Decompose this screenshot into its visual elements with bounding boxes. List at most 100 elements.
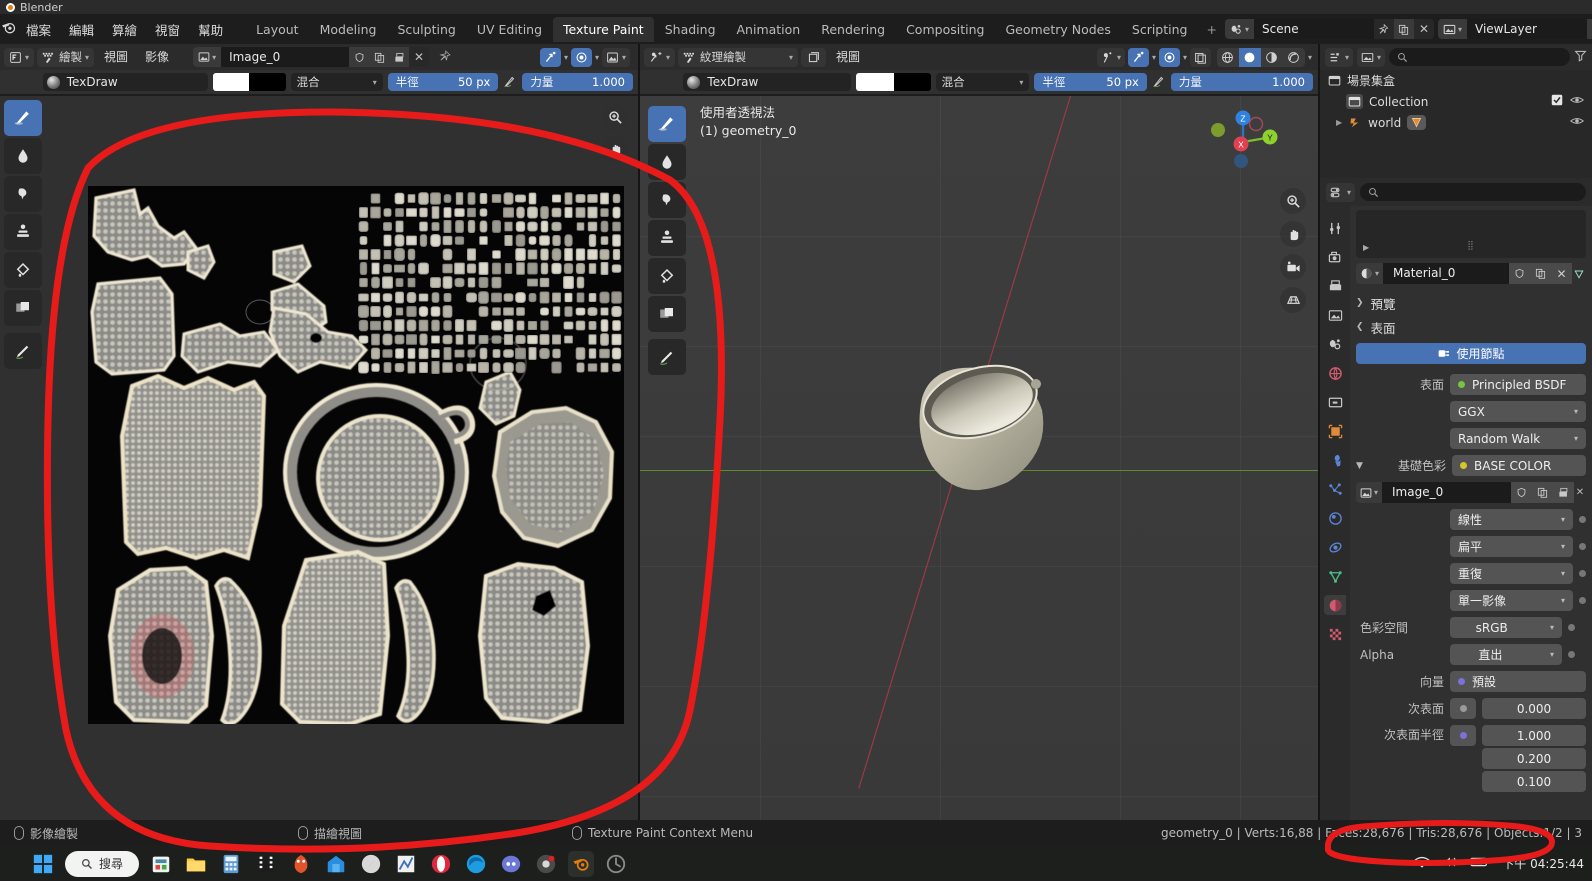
viewport-mask-tool-button[interactable] xyxy=(648,296,686,332)
tab-animation[interactable]: Animation xyxy=(727,17,811,42)
viewport-blend-mode-dropdown[interactable]: 混合 ▾ xyxy=(936,73,1030,91)
properties-tab-viewlayer[interactable] xyxy=(1324,305,1346,325)
mask-tool-button[interactable] xyxy=(4,290,42,326)
battery-icon[interactable] xyxy=(1470,856,1490,871)
image-pack-icon[interactable] xyxy=(1553,482,1574,503)
viewport-fill-tool-button[interactable] xyxy=(648,258,686,294)
viewport-ortho-persp-icon[interactable] xyxy=(1280,287,1306,313)
solid-shading-icon[interactable] xyxy=(1239,48,1261,67)
viewport-color-swatches[interactable] xyxy=(856,73,930,91)
image-pin-icon[interactable] xyxy=(432,50,458,65)
viewport-snap-chevron-icon[interactable]: ▾ xyxy=(1152,53,1156,62)
opera-icon[interactable] xyxy=(428,851,454,877)
properties-tab-collection[interactable] xyxy=(1324,392,1346,412)
proportional-options-chevron-icon[interactable]: ▾ xyxy=(595,53,599,62)
properties-tab-data[interactable] xyxy=(1324,566,1346,586)
viewport-snap-icon[interactable] xyxy=(1128,48,1149,67)
subsurface-radius-socket[interactable] xyxy=(1450,725,1476,746)
viewport-primary-color-swatch[interactable] xyxy=(856,73,893,91)
blender-menu-icon[interactable] xyxy=(0,19,17,40)
material-fake-user-icon[interactable] xyxy=(1509,263,1530,284)
viewport-3d[interactable]: 使用者透視法 (1) geometry_0 Z Y X xyxy=(640,96,1318,820)
image-datablock[interactable]: ▾ Image_0 ✕ xyxy=(193,47,429,67)
material-duplicate-icon[interactable] xyxy=(1530,263,1551,284)
image-editor-image-menu[interactable]: 影像 xyxy=(138,48,176,67)
image-icon[interactable]: ▾ xyxy=(1356,482,1382,503)
image-fake-user-icon[interactable] xyxy=(1511,482,1532,503)
properties-tab-constraints[interactable] xyxy=(1324,537,1346,557)
tab-rendering[interactable]: Rendering xyxy=(811,17,895,42)
tab-sculpting[interactable]: Sculpting xyxy=(387,17,465,42)
distribution-dropdown[interactable]: GGX ▾ xyxy=(1450,401,1586,422)
taskbar-clock[interactable]: 下午 04:25:44 xyxy=(1502,855,1584,872)
menu-window[interactable]: 視窗 xyxy=(146,16,189,43)
zoom-icon[interactable] xyxy=(602,104,628,130)
viewport-camera-icon[interactable] xyxy=(1280,254,1306,280)
wireframe-shading-icon[interactable] xyxy=(1217,48,1239,67)
app-extra-icon[interactable] xyxy=(603,851,629,877)
visibility-icon[interactable]: ▾ xyxy=(1097,48,1125,67)
viewport-radius-slider[interactable]: 半徑 50 px xyxy=(1034,73,1147,91)
image-paint-mode-selector[interactable]: 繪製 ▾ xyxy=(37,48,94,67)
outliner-filter-icon[interactable] xyxy=(1574,49,1587,65)
panel-surface-header[interactable]: ❮ 表面 xyxy=(1356,315,1586,339)
properties-tab-modifier[interactable] xyxy=(1324,450,1346,470)
menu-render[interactable]: 算繪 xyxy=(103,16,146,43)
viewport-proportional-chevron-icon[interactable]: ▾ xyxy=(1183,53,1187,62)
image-unlink-icon[interactable]: ✕ xyxy=(1574,482,1586,503)
properties-tab-tool[interactable] xyxy=(1324,218,1346,238)
viewport-mode-selector[interactable]: ▾ xyxy=(644,48,675,67)
interpolation-dropdown[interactable]: 線性 ▾ xyxy=(1450,509,1573,530)
view-axis-gizmo[interactable]: Z Y X xyxy=(1208,106,1278,176)
menu-file[interactable]: 檔案 xyxy=(17,16,60,43)
media-player-icon[interactable] xyxy=(253,851,279,877)
subsurface-method-dropdown[interactable]: Random Walk ▾ xyxy=(1450,428,1586,449)
material-slot-icon[interactable] xyxy=(1572,263,1586,284)
soften-tool-button[interactable] xyxy=(4,138,42,174)
tab-geometry-nodes[interactable]: Geometry Nodes xyxy=(995,17,1120,42)
calculator-icon[interactable] xyxy=(218,851,244,877)
tab-compositing[interactable]: Compositing xyxy=(896,17,994,42)
viewlayer-duplicate-icon[interactable] xyxy=(1587,19,1592,39)
image-icon[interactable]: ▾ xyxy=(193,47,221,67)
chart-app-icon[interactable] xyxy=(393,851,419,877)
vector-value[interactable]: 預設 xyxy=(1450,671,1586,692)
snap-options-chevron-icon[interactable]: ▾ xyxy=(564,53,568,62)
viewport-radius-pressure-icon[interactable] xyxy=(1152,74,1166,91)
grip-handle-icon[interactable]: ⣿ xyxy=(1467,241,1475,251)
subsurface-radius-x[interactable]: 1.000 xyxy=(1482,725,1586,746)
draw-tool-button[interactable] xyxy=(4,100,42,136)
subsurface-value-field[interactable]: 0.000 xyxy=(1482,698,1586,719)
viewlayer-name[interactable]: ViewLayer xyxy=(1467,19,1587,39)
tab-layout[interactable]: Layout xyxy=(246,17,309,42)
image-name[interactable]: Image_0 xyxy=(221,47,349,67)
image-canvas[interactable] xyxy=(47,96,638,820)
radius-pressure-icon[interactable] xyxy=(503,74,517,91)
properties-editor-icon[interactable]: ▾ xyxy=(1326,183,1355,202)
viewport-pan-icon[interactable] xyxy=(1280,221,1306,247)
image-fake-user-icon[interactable] xyxy=(349,47,369,67)
filter-type-icon[interactable]: ▾ xyxy=(1357,48,1385,67)
properties-editor[interactable]: ▾ ▶ ⣿ ▾ Material_0 ✕ ❯ 預覽 ❮ 表面 使用節點 表面 P… xyxy=(1320,178,1592,820)
subsurface-socket[interactable] xyxy=(1450,698,1476,719)
xray-icon[interactable] xyxy=(1190,48,1211,67)
outliner[interactable]: ▾ ▾ 場景集盒 Collection ▶ world xyxy=(1320,44,1592,178)
uv-texture-image[interactable] xyxy=(88,186,624,724)
image-editor[interactable] xyxy=(0,96,638,820)
viewport-soften-tool-button[interactable] xyxy=(648,144,686,180)
properties-tab-render[interactable] xyxy=(1324,247,1346,267)
windows-start-icon[interactable] xyxy=(30,851,56,877)
surface-shader-value[interactable]: Principled BSDF xyxy=(1450,374,1586,395)
properties-tab-object[interactable] xyxy=(1324,421,1346,441)
world-data-icon[interactable] xyxy=(1407,115,1426,130)
secondary-color-swatch[interactable] xyxy=(249,73,285,91)
pin-icon[interactable] xyxy=(1374,19,1394,39)
colorspace-dropdown[interactable]: sRGB ▾ xyxy=(1450,617,1562,638)
meshlab-icon[interactable] xyxy=(288,851,314,877)
store-icon[interactable] xyxy=(148,851,174,877)
properties-tab-material[interactable] xyxy=(1324,595,1346,615)
alpha-dropdown[interactable]: 直出 ▾ xyxy=(1450,644,1562,665)
rendered-shading-icon[interactable] xyxy=(1283,48,1305,67)
viewlayer-selector[interactable]: ▾ ViewLayer xyxy=(1438,19,1592,39)
brush-selector[interactable]: TexDraw xyxy=(43,73,208,91)
